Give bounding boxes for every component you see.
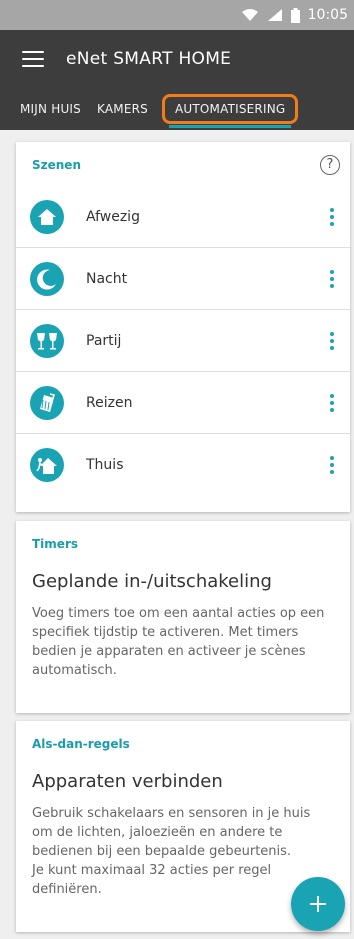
tab-automatisering[interactable]: AUTOMATISERING	[161, 94, 299, 128]
scene-item-nacht[interactable]: Nacht	[16, 248, 350, 310]
signal-icon	[267, 8, 283, 22]
app-title: eNet SMART HOME	[66, 49, 232, 69]
more-options-icon[interactable]	[330, 393, 334, 412]
scene-item-thuis[interactable]: Thuis	[16, 434, 350, 496]
scene-list: Afwezig Nacht Partij Reizen Thuis	[16, 186, 350, 496]
wifi-icon	[241, 8, 259, 22]
scene-label: Nacht	[86, 270, 128, 287]
scene-label: Thuis	[86, 457, 124, 473]
status-time: 10:05	[307, 7, 348, 23]
scene-item-partij[interactable]: Partij	[16, 310, 350, 372]
luggage-icon	[30, 385, 64, 420]
rules-description-line: Je kunt maximaal 32 acties per regel def…	[32, 863, 272, 897]
scene-label: Afwezig	[86, 208, 140, 225]
house-enter-icon	[30, 448, 64, 482]
tab-mijn-huis[interactable]: MIJN HUIS	[12, 88, 89, 130]
battery-icon	[290, 7, 300, 23]
timers-card[interactable]: Timers Geplande in-/uitschakeling Voeg t…	[16, 521, 350, 713]
scene-label: Reizen	[86, 394, 133, 411]
tab-kamers[interactable]: KAMERS	[89, 88, 156, 130]
timers-heading: Timers	[32, 537, 79, 551]
add-button[interactable]	[291, 877, 345, 931]
more-options-icon[interactable]	[330, 456, 334, 474]
more-options-icon[interactable]	[330, 331, 334, 350]
tab-bar: MIJN HUIS KAMERS AUTOMATISERING	[0, 88, 354, 130]
help-icon[interactable]: ?	[320, 155, 340, 175]
rules-heading: Als-dan-regels	[32, 737, 130, 751]
scenes-card: Szenen ? Afwezig Nacht Partij Reizen Thu…	[16, 142, 350, 512]
more-options-icon[interactable]	[330, 269, 334, 288]
moon-icon	[30, 261, 64, 296]
scene-label: Partij	[86, 332, 122, 349]
rules-description-line: Gebruik schakelaars en sensoren in je hu…	[32, 806, 311, 859]
hamburger-menu-icon[interactable]	[22, 51, 44, 67]
rules-title: Apparaten verbinden	[32, 771, 223, 792]
more-options-icon[interactable]	[330, 207, 334, 226]
app-bar: eNet SMART HOME	[0, 30, 354, 88]
timers-title: Geplande in-/uitschakeling	[32, 571, 272, 592]
house-icon	[30, 199, 64, 234]
timers-description: Voeg timers toe om een aantal acties op …	[32, 606, 325, 678]
glasses-icon	[30, 323, 64, 358]
plus-icon	[310, 896, 326, 912]
scenes-heading: Szenen	[32, 158, 81, 172]
scene-item-afwezig[interactable]: Afwezig	[16, 186, 350, 248]
status-bar: 10:05	[0, 0, 354, 30]
scene-item-reizen[interactable]: Reizen	[16, 372, 350, 434]
